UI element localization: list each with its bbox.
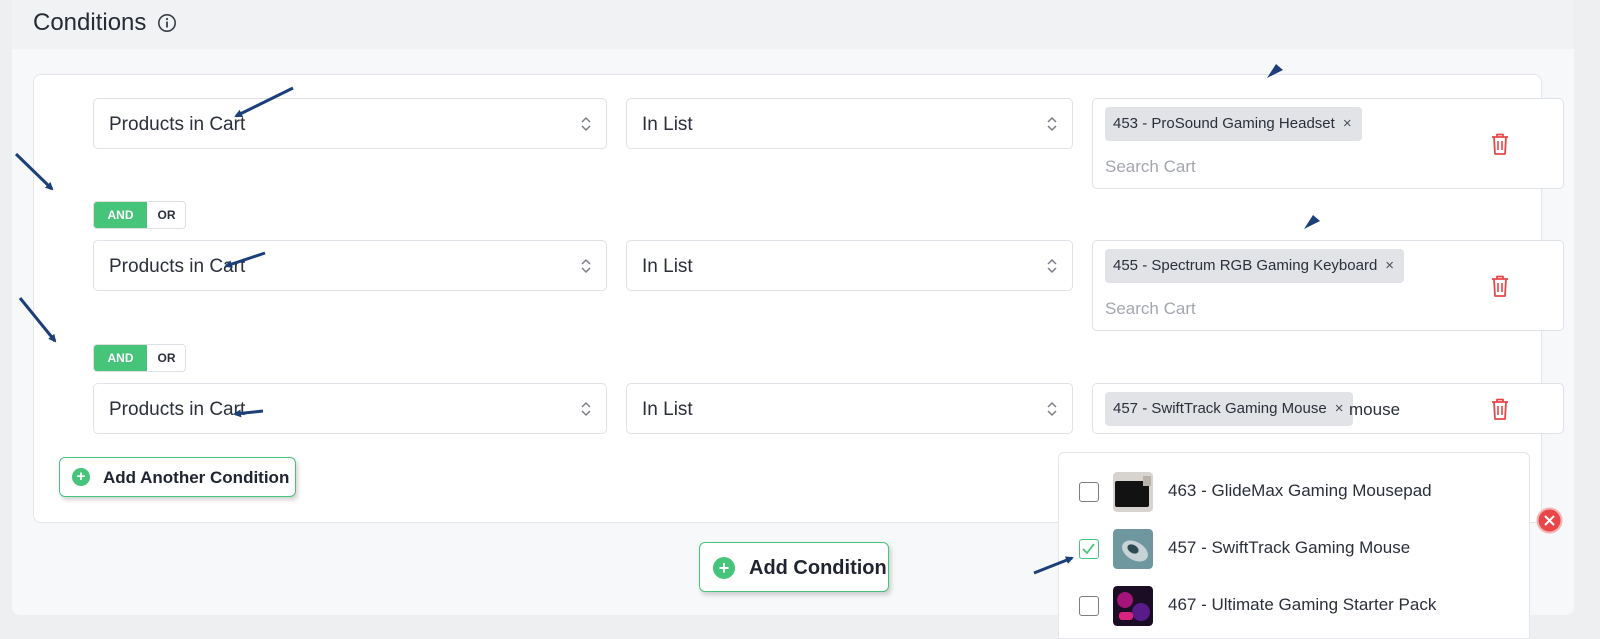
add-condition-label: Add Condition xyxy=(749,557,887,579)
info-circle-icon[interactable] xyxy=(157,13,177,33)
add-another-condition-button[interactable]: + Add Another Condition xyxy=(59,457,296,497)
condition-field-select-1[interactable]: Products in Cart xyxy=(93,98,607,149)
product-search-dropdown: 463 - GlideMax Gaming Mousepad 457 - Swi… xyxy=(1058,452,1530,639)
condition-operator-value-2: In List xyxy=(642,256,693,277)
select-chevrons-icon xyxy=(1047,401,1057,417)
condition-operator-select-2[interactable]: In List xyxy=(626,240,1073,291)
dropdown-option[interactable]: 467 - Ultimate Gaming Starter Pack xyxy=(1059,578,1529,634)
logic-toggle-1: AND OR xyxy=(93,201,186,229)
add-another-condition-label: Add Another Condition xyxy=(103,468,290,487)
select-chevrons-icon xyxy=(581,116,591,132)
logic-or-button[interactable]: OR xyxy=(147,202,185,228)
condition-operator-value-3: In List xyxy=(642,399,693,420)
condition-field-select-3[interactable]: Products in Cart xyxy=(93,383,607,434)
tag-remove-icon[interactable]: × xyxy=(1343,115,1352,132)
logic-toggle-2: AND OR xyxy=(93,344,186,372)
option-checkbox[interactable] xyxy=(1079,539,1099,559)
search-cart-input[interactable]: Search Cart xyxy=(1105,157,1196,177)
logic-and-button[interactable]: AND xyxy=(94,345,147,371)
product-thumbnail-mouse xyxy=(1113,529,1153,569)
dropdown-option[interactable]: 463 - GlideMax Gaming Mousepad xyxy=(1059,464,1529,520)
condition-field-value-1: Products in Cart xyxy=(109,114,246,135)
condition-operator-select-3[interactable]: In List xyxy=(626,383,1073,434)
selected-product-tag-1: 453 - ProSound Gaming Headset × xyxy=(1105,107,1362,141)
select-chevrons-icon xyxy=(581,258,591,274)
option-checkbox[interactable] xyxy=(1079,482,1099,502)
tag-remove-icon[interactable]: × xyxy=(1335,400,1344,417)
tag-label: 457 - SwiftTrack Gaming Mouse xyxy=(1113,400,1327,417)
condition-field-select-2[interactable]: Products in Cart xyxy=(93,240,607,291)
tag-label: 455 - Spectrum RGB Gaming Keyboard xyxy=(1113,257,1378,274)
condition-operator-value-1: In List xyxy=(642,114,693,135)
logic-and-button[interactable]: AND xyxy=(94,202,147,228)
select-chevrons-icon xyxy=(1047,116,1057,132)
plus-circle-icon: + xyxy=(72,468,90,486)
product-thumbnail-starter-pack xyxy=(1113,586,1153,626)
option-label: 457 - SwiftTrack Gaming Mouse xyxy=(1168,538,1411,557)
search-cart-input[interactable]: Search Cart xyxy=(1105,299,1196,319)
tag-remove-icon[interactable]: × xyxy=(1385,257,1394,274)
product-thumbnail-mousepad xyxy=(1113,472,1153,512)
selected-product-tag-3: 457 - SwiftTrack Gaming Mouse × xyxy=(1105,392,1354,426)
dropdown-option[interactable]: 457 - SwiftTrack Gaming Mouse xyxy=(1059,521,1529,577)
trash-icon[interactable] xyxy=(1490,274,1510,298)
panel-title: Conditions xyxy=(33,9,147,36)
panel-header: Conditions xyxy=(12,0,1574,49)
selected-product-tag-2: 455 - Spectrum RGB Gaming Keyboard × xyxy=(1105,249,1405,283)
tag-label: 453 - ProSound Gaming Headset xyxy=(1113,115,1335,132)
option-checkbox[interactable] xyxy=(1079,596,1099,616)
trash-icon[interactable] xyxy=(1490,397,1510,421)
checkmark-icon xyxy=(1082,543,1095,555)
condition-operator-select-1[interactable]: In List xyxy=(626,98,1073,149)
condition-field-value-3: Products in Cart xyxy=(109,399,246,420)
condition-field-value-2: Products in Cart xyxy=(109,256,246,277)
select-chevrons-icon xyxy=(1047,258,1057,274)
select-chevrons-icon xyxy=(581,401,591,417)
logic-or-button[interactable]: OR xyxy=(147,345,185,371)
search-cart-input[interactable]: mouse xyxy=(1349,400,1400,420)
close-dropdown-icon[interactable] xyxy=(1536,507,1563,534)
option-label: 463 - GlideMax Gaming Mousepad xyxy=(1168,481,1432,500)
trash-icon[interactable] xyxy=(1490,132,1510,156)
add-condition-button[interactable]: + Add Condition xyxy=(699,542,889,592)
option-label: 467 - Ultimate Gaming Starter Pack xyxy=(1168,595,1437,614)
plus-circle-icon: + xyxy=(713,557,735,579)
